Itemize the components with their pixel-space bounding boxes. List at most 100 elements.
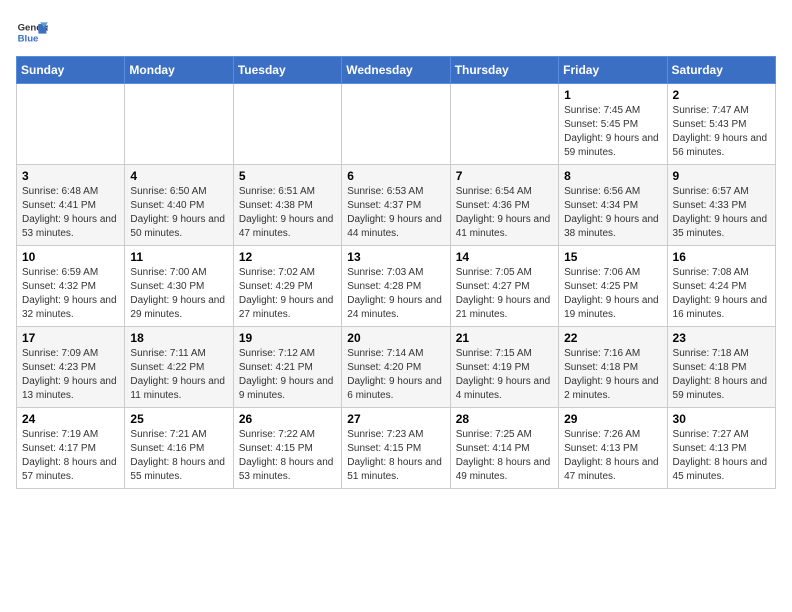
calendar-cell: 29 Sunrise: 7:26 AMSunset: 4:13 PMDayligh… xyxy=(559,408,667,489)
day-info: Sunrise: 6:56 AMSunset: 4:34 PMDaylight:… xyxy=(564,185,661,241)
calendar-cell: 19 Sunrise: 7:12 AMSunset: 4:21 PMDayligh… xyxy=(233,327,341,408)
calendar-cell xyxy=(342,84,450,165)
calendar-cell: 23 Sunrise: 7:18 AMSunset: 4:18 PMDayligh… xyxy=(667,327,775,408)
day-info: Sunrise: 7:27 AMSunset: 4:13 PMDaylight:… xyxy=(673,428,770,484)
day-number: 11 xyxy=(130,250,227,264)
day-info: Sunrise: 7:08 AMSunset: 4:24 PMDaylight:… xyxy=(673,266,770,322)
day-number: 6 xyxy=(347,169,444,183)
day-number: 21 xyxy=(456,331,553,345)
day-info: Sunrise: 6:48 AMSunset: 4:41 PMDaylight:… xyxy=(22,185,119,241)
calendar-cell: 14 Sunrise: 7:05 AMSunset: 4:27 PMDayligh… xyxy=(450,246,558,327)
day-number: 19 xyxy=(239,331,336,345)
day-info: Sunrise: 7:14 AMSunset: 4:20 PMDaylight:… xyxy=(347,347,444,403)
calendar-cell: 2Sunrise: 7:47 AMSunset: 5:43 PMDaylight… xyxy=(667,84,775,165)
day-info: Sunrise: 7:15 AMSunset: 4:19 PMDaylight:… xyxy=(456,347,553,403)
day-info: Sunrise: 7:06 AMSunset: 4:25 PMDaylight:… xyxy=(564,266,661,322)
day-info: Sunrise: 7:00 AMSunset: 4:30 PMDaylight:… xyxy=(130,266,227,322)
day-number: 4 xyxy=(130,169,227,183)
calendar-cell: 12 Sunrise: 7:02 AMSunset: 4:29 PMDayligh… xyxy=(233,246,341,327)
week-row-0: 1 Sunrise: 7:45 AMSunset: 5:45 PMDaylight… xyxy=(17,84,776,165)
day-number: 5 xyxy=(239,169,336,183)
weekday-header-sunday: Sunday xyxy=(17,57,125,84)
weekday-header-thursday: Thursday xyxy=(450,57,558,84)
calendar-cell: 6 Sunrise: 6:53 AMSunset: 4:37 PMDaylight… xyxy=(342,165,450,246)
weekday-header-row: SundayMondayTuesdayWednesdayThursdayFrid… xyxy=(17,57,776,84)
calendar-cell xyxy=(17,84,125,165)
week-row-2: 10Sunrise: 6:59 AMSunset: 4:32 PMDayligh… xyxy=(17,246,776,327)
calendar-cell xyxy=(125,84,233,165)
calendar-cell: 16Sunrise: 7:08 AMSunset: 4:24 PMDayligh… xyxy=(667,246,775,327)
day-info: Sunrise: 7:09 AMSunset: 4:23 PMDaylight:… xyxy=(22,347,119,403)
logo: General Blue xyxy=(16,16,50,48)
day-number: 27 xyxy=(347,412,444,426)
calendar-cell: 7 Sunrise: 6:54 AMSunset: 4:36 PMDaylight… xyxy=(450,165,558,246)
calendar-cell: 27 Sunrise: 7:23 AMSunset: 4:15 PMDayligh… xyxy=(342,408,450,489)
weekday-header-saturday: Saturday xyxy=(667,57,775,84)
day-number: 14 xyxy=(456,250,553,264)
day-info: Sunrise: 7:23 AMSunset: 4:15 PMDaylight:… xyxy=(347,428,444,484)
day-info: Sunrise: 7:22 AMSunset: 4:15 PMDaylight:… xyxy=(239,428,336,484)
calendar-cell: 22Sunrise: 7:16 AMSunset: 4:18 PMDayligh… xyxy=(559,327,667,408)
calendar-cell: 21 Sunrise: 7:15 AMSunset: 4:19 PMDayligh… xyxy=(450,327,558,408)
calendar-cell: 25 Sunrise: 7:21 AMSunset: 4:16 PMDayligh… xyxy=(125,408,233,489)
day-number: 12 xyxy=(239,250,336,264)
header: General Blue xyxy=(16,16,776,48)
calendar-cell: 11 Sunrise: 7:00 AMSunset: 4:30 PMDayligh… xyxy=(125,246,233,327)
day-number: 30 xyxy=(673,412,770,426)
day-number: 24 xyxy=(22,412,119,426)
day-number: 25 xyxy=(130,412,227,426)
day-number: 2 xyxy=(673,88,770,102)
calendar-cell: 20 Sunrise: 7:14 AMSunset: 4:20 PMDayligh… xyxy=(342,327,450,408)
day-number: 15 xyxy=(564,250,661,264)
day-number: 7 xyxy=(456,169,553,183)
day-info: Sunrise: 7:03 AMSunset: 4:28 PMDaylight:… xyxy=(347,266,444,322)
svg-text:Blue: Blue xyxy=(18,34,39,45)
day-info: Sunrise: 7:19 AMSunset: 4:17 PMDaylight:… xyxy=(22,428,119,484)
day-number: 17 xyxy=(22,331,119,345)
calendar-cell: 24 Sunrise: 7:19 AMSunset: 4:17 PMDayligh… xyxy=(17,408,125,489)
calendar-cell xyxy=(233,84,341,165)
day-number: 3 xyxy=(22,169,119,183)
day-number: 29 xyxy=(564,412,661,426)
day-info: Sunrise: 6:53 AMSunset: 4:37 PMDaylight:… xyxy=(347,185,444,241)
calendar-cell: 9Sunrise: 6:57 AMSunset: 4:33 PMDaylight… xyxy=(667,165,775,246)
day-info: Sunrise: 7:16 AMSunset: 4:18 PMDaylight:… xyxy=(564,347,661,403)
day-number: 23 xyxy=(673,331,770,345)
day-info: Sunrise: 7:05 AMSunset: 4:27 PMDaylight:… xyxy=(456,266,553,322)
day-info: Sunrise: 7:12 AMSunset: 4:21 PMDaylight:… xyxy=(239,347,336,403)
calendar-cell: 10Sunrise: 6:59 AMSunset: 4:32 PMDayligh… xyxy=(17,246,125,327)
day-info: Sunrise: 7:18 AMSunset: 4:18 PMDaylight:… xyxy=(673,347,770,403)
calendar-cell: 17 Sunrise: 7:09 AMSunset: 4:23 PMDayligh… xyxy=(17,327,125,408)
calendar-cell: 15 Sunrise: 7:06 AMSunset: 4:25 PMDayligh… xyxy=(559,246,667,327)
calendar-cell: 13 Sunrise: 7:03 AMSunset: 4:28 PMDayligh… xyxy=(342,246,450,327)
day-number: 8 xyxy=(564,169,661,183)
calendar-cell: 30 Sunrise: 7:27 AMSunset: 4:13 PMDayligh… xyxy=(667,408,775,489)
day-info: Sunrise: 7:25 AMSunset: 4:14 PMDaylight:… xyxy=(456,428,553,484)
day-number: 1 xyxy=(564,88,661,102)
day-info: Sunrise: 7:45 AMSunset: 5:45 PMDaylight:… xyxy=(564,104,661,160)
weekday-header-tuesday: Tuesday xyxy=(233,57,341,84)
week-row-3: 17 Sunrise: 7:09 AMSunset: 4:23 PMDayligh… xyxy=(17,327,776,408)
weekday-header-wednesday: Wednesday xyxy=(342,57,450,84)
weekday-header-monday: Monday xyxy=(125,57,233,84)
day-info: Sunrise: 6:54 AMSunset: 4:36 PMDaylight:… xyxy=(456,185,553,241)
calendar-cell xyxy=(450,84,558,165)
day-info: Sunrise: 6:50 AMSunset: 4:40 PMDaylight:… xyxy=(130,185,227,241)
day-info: Sunrise: 7:02 AMSunset: 4:29 PMDaylight:… xyxy=(239,266,336,322)
day-number: 13 xyxy=(347,250,444,264)
day-info: Sunrise: 7:26 AMSunset: 4:13 PMDaylight:… xyxy=(564,428,661,484)
day-number: 9 xyxy=(673,169,770,183)
day-info: Sunrise: 7:21 AMSunset: 4:16 PMDaylight:… xyxy=(130,428,227,484)
calendar-cell: 18Sunrise: 7:11 AMSunset: 4:22 PMDayligh… xyxy=(125,327,233,408)
calendar-cell: 4 Sunrise: 6:50 AMSunset: 4:40 PMDaylight… xyxy=(125,165,233,246)
calendar-cell: 5Sunrise: 6:51 AMSunset: 4:38 PMDaylight… xyxy=(233,165,341,246)
weekday-header-friday: Friday xyxy=(559,57,667,84)
day-number: 20 xyxy=(347,331,444,345)
week-row-4: 24 Sunrise: 7:19 AMSunset: 4:17 PMDayligh… xyxy=(17,408,776,489)
calendar-cell: 26 Sunrise: 7:22 AMSunset: 4:15 PMDayligh… xyxy=(233,408,341,489)
day-number: 26 xyxy=(239,412,336,426)
day-number: 28 xyxy=(456,412,553,426)
day-info: Sunrise: 7:11 AMSunset: 4:22 PMDaylight:… xyxy=(130,347,227,403)
calendar-table: SundayMondayTuesdayWednesdayThursdayFrid… xyxy=(16,56,776,489)
calendar-cell: 1 Sunrise: 7:45 AMSunset: 5:45 PMDaylight… xyxy=(559,84,667,165)
